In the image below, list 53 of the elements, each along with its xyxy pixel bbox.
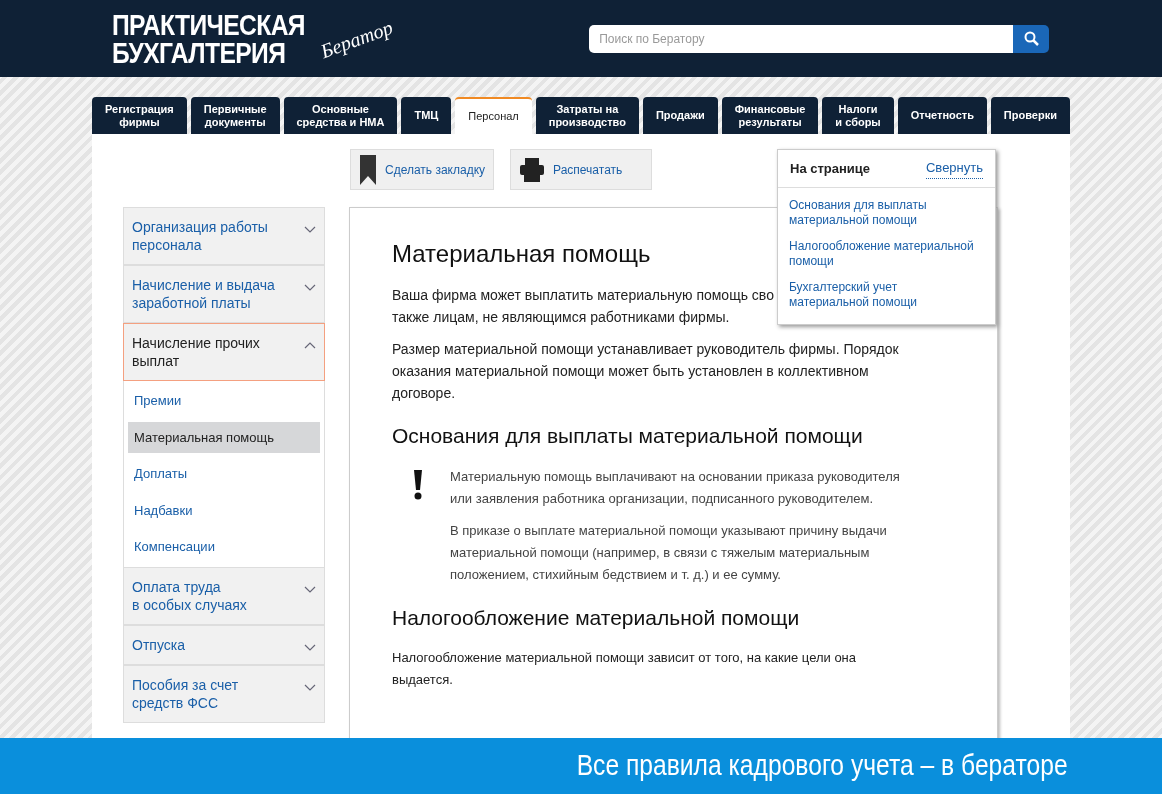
nav-tab[interactable]: Отчетность xyxy=(897,97,987,134)
submenu-item[interactable]: Премии xyxy=(128,385,320,417)
nav-tab[interactable]: Основные средства и НМА xyxy=(283,97,398,134)
collapse-link[interactable]: Свернуть xyxy=(926,158,983,179)
bookmark-icon xyxy=(359,153,377,186)
paragraph: Налогообложение материальной помощи зависит от того, на какие цели она выдается. xyxy=(392,649,858,689)
chevron-up-icon xyxy=(304,342,316,349)
paragraph: Размер материальной помощи устанавливает руководитель фирмы. Порядок оказания материальной помощи может быть установлен в коллективном договоре. xyxy=(392,340,900,403)
chevron-down-icon xyxy=(304,585,316,593)
nav-tab[interactable]: ТМЦ xyxy=(401,97,452,134)
popup-title: На странице xyxy=(790,159,871,178)
chevron-down-icon xyxy=(304,284,316,291)
article-title: Материальная помощь xyxy=(392,239,651,269)
toolbar-button[interactable]: Распечатать xyxy=(510,149,653,190)
search-button[interactable] xyxy=(1013,24,1050,53)
exclamation-icon xyxy=(412,469,424,500)
anchor-link[interactable]: Налогообложение материальной помощи xyxy=(789,239,984,269)
intro-line: также лицам, не являющимся работниками фирмы. xyxy=(392,308,730,327)
submenu-item[interactable]: Материальная помощь xyxy=(128,421,320,453)
sidebar-section[interactable]: Отпуска xyxy=(123,624,325,665)
search-icon xyxy=(1023,31,1039,46)
anchor-link[interactable]: Бухгалтерский учет материальной помощи xyxy=(789,280,984,310)
logo-script: Бератор xyxy=(316,14,397,64)
submenu-item[interactable]: Надбавки xyxy=(128,494,320,526)
sidebar-section[interactable]: Пособия за счет средств ФСС xyxy=(123,664,325,723)
site-title: БУХГАЛТЕРИЯ xyxy=(112,38,287,67)
submenu-item[interactable]: Компенсации xyxy=(128,531,320,563)
nav-tab[interactable]: Налоги и сборы xyxy=(822,97,894,134)
toolbar-button[interactable]: Сделать закладку xyxy=(350,149,495,190)
sidebar-section[interactable]: Оплата труда в особых случаях xyxy=(123,566,325,625)
intro-line: Ваша фирма может выплатить материальную помощь сво xyxy=(392,286,774,305)
banner-text: Все правила кадрового учета – в бераторе xyxy=(577,748,1068,784)
nav-tab[interactable]: Финансовые результаты xyxy=(721,97,819,134)
section-heading: Основания для выплаты материальной помощи xyxy=(392,423,864,449)
nav-tab[interactable]: Проверки xyxy=(990,97,1070,134)
site-title: ПРАКТИЧЕСКАЯ xyxy=(112,10,305,39)
sidebar-section[interactable]: Начисление и выдача заработной платы xyxy=(123,265,325,323)
nav-tab[interactable]: Регистрация фирмы xyxy=(92,97,187,134)
nav-tab[interactable]: Продажи xyxy=(642,97,718,134)
anchor-link[interactable]: Основания для выплаты материальной помощи xyxy=(789,198,984,228)
nav-tab[interactable]: Первичные документы xyxy=(190,97,280,134)
sidebar-section[interactable]: Организация работы персонала xyxy=(123,207,325,265)
section-heading: Налогообложение материальной помощи xyxy=(392,604,801,631)
sidebar-section[interactable]: Начисление прочих выплат xyxy=(123,323,325,381)
notice-paragraph: Материальную помощь выплачивают на основании приказа руководителя или заявления работника организации, подписанного руководителем. xyxy=(450,467,901,508)
nav-tab[interactable]: Персонал xyxy=(455,97,532,134)
chevron-down-icon xyxy=(304,683,316,691)
notice-paragraph: В приказе о выплате материальной помощи указывают причину выдачи материальной помощи (например, в связи с тяжелым материальным положением, стихийным бедствием и т. д.) и ее сумму. xyxy=(450,521,888,584)
submenu-item[interactable]: Доплаты xyxy=(128,458,320,490)
search-field[interactable]: Поиск по Бератору xyxy=(589,24,1014,53)
chevron-down-icon xyxy=(304,226,316,233)
nav-tab[interactable]: Затраты на производство xyxy=(535,97,639,134)
chevron-down-icon xyxy=(304,643,316,651)
